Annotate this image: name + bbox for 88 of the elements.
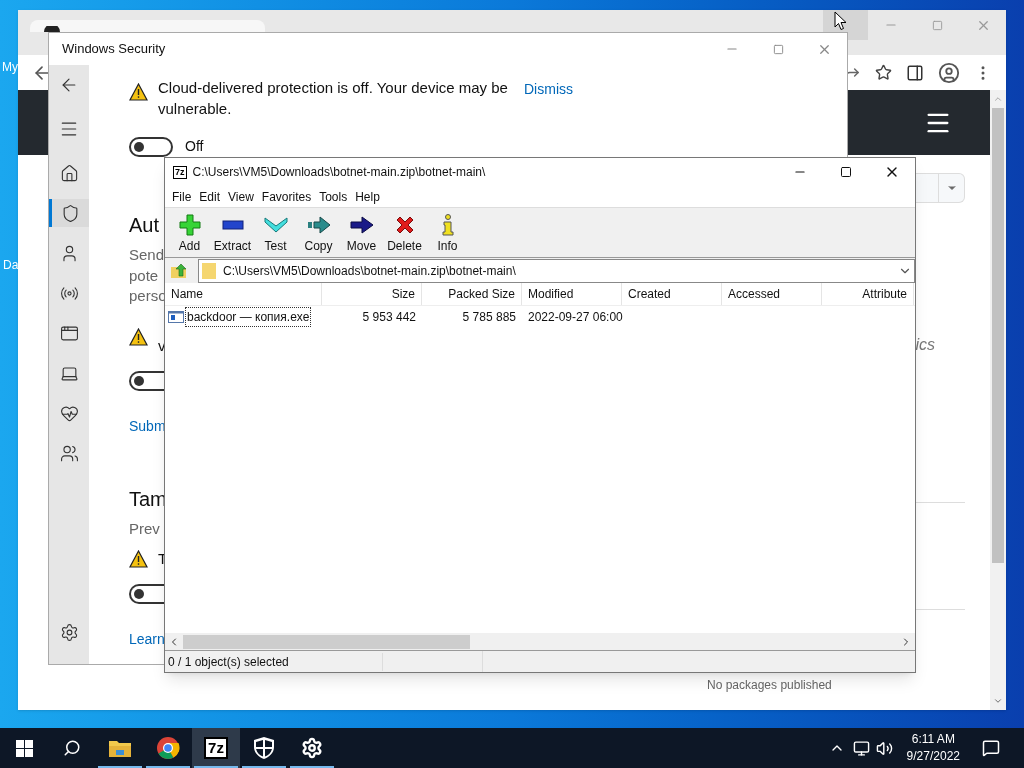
window-title: C:\Users\VM5\Downloads\botnet-main.zip\botnet-main\: [192, 164, 486, 181]
table-cell-text: 5 953 442: [362, 309, 416, 326]
table-cell-text: 5 785 885: [462, 309, 516, 326]
toolbar-button[interactable]: Test: [254, 208, 297, 256]
column-header[interactable]: Size: [322, 283, 422, 305]
description-text: ics: [915, 335, 935, 355]
clock[interactable]: 6:11 AM 9/27/2022: [902, 731, 964, 765]
menu-item[interactable]: Tools: [315, 187, 352, 206]
scroll-down-icon[interactable]: [993, 696, 1003, 706]
table-cell: backdoor — копия.exe: [186, 308, 311, 326]
windows-logo-icon: [15, 739, 33, 757]
app-logo: 7z: [204, 737, 228, 759]
column-header[interactable]: Name: [165, 283, 322, 305]
arrow-icon: [349, 216, 374, 234]
app-logo: 7z: [173, 165, 187, 179]
browser-tab[interactable]: [30, 20, 265, 32]
taskbar-app[interactable]: 7z: [192, 728, 240, 768]
toolbar-button[interactable]: Delete: [383, 208, 426, 256]
profile-icon[interactable]: [938, 61, 960, 84]
home-icon: [59, 163, 79, 183]
plus-icon: [178, 214, 201, 236]
menu-item[interactable]: Help: [351, 187, 384, 206]
toggle-switch[interactable]: [129, 584, 164, 604]
mouse-cursor-icon: [834, 11, 848, 31]
maximize-icon: [931, 19, 943, 31]
toolbar-button[interactable]: Extract: [211, 208, 254, 256]
description-text: pote: [129, 265, 160, 286]
notifications-icon[interactable]: [982, 739, 1000, 757]
shield-icon: [61, 203, 80, 223]
folder-icon: [108, 738, 132, 758]
link[interactable]: Learn: [129, 629, 165, 650]
empty-packages-text: No packages published: [707, 677, 833, 694]
folder-icon: [202, 262, 216, 279]
search-icon: [63, 739, 81, 757]
column-header[interactable]: Packed Size: [422, 283, 522, 305]
toggle-label: Off: [185, 137, 204, 156]
bookmark-star-icon[interactable]: [875, 64, 892, 81]
desktop-icon-label: My: [2, 59, 18, 76]
menu-item[interactable]: Favorites: [257, 187, 316, 206]
toolbar-button[interactable]: Info: [426, 208, 469, 256]
column-header[interactable]: Accessed: [722, 283, 822, 305]
status-text: 0 / 1 object(s) selected: [165, 652, 383, 671]
maximize-icon: [772, 43, 784, 55]
menu-item[interactable]: View: [224, 187, 258, 206]
desktop-icon-label: Da: [3, 257, 19, 274]
warning-icon: [129, 83, 148, 101]
check-icon: [263, 217, 288, 233]
window-title: Windows Security: [62, 40, 166, 59]
chrome-logo-icon: [156, 736, 180, 760]
column-header[interactable]: Attribute: [822, 283, 914, 305]
settings-icon: [59, 622, 79, 642]
github-logo-icon: [44, 26, 60, 32]
file-row[interactable]: backdoor — копия.exe 5 953 442 5 785 885 2022-09-27 06:00: [165, 306, 915, 328]
table-cell-text: 2022-09-27 06:00: [528, 309, 623, 326]
nav-item[interactable]: [49, 199, 89, 227]
warning-icon: [129, 549, 148, 568]
up-folder-icon[interactable]: [170, 262, 188, 279]
menu-item[interactable]: File: [168, 187, 196, 206]
warning-message: Cloud-delivered protection is off. Your device may be vulnerable.: [158, 78, 509, 119]
cross-icon: [394, 215, 415, 235]
column-header[interactable]: Modified: [522, 283, 622, 305]
family-icon: [59, 443, 79, 463]
side-panel-icon[interactable]: [906, 63, 924, 82]
file-icon: [168, 311, 184, 323]
toggle-switch[interactable]: [129, 370, 164, 391]
dismiss-link[interactable]: Dismiss: [524, 79, 573, 100]
settings-icon: [301, 737, 323, 759]
toolbar-button[interactable]: Copy: [297, 208, 340, 256]
toggle-switch[interactable]: [129, 136, 173, 157]
warning-icon: [129, 327, 148, 346]
scroll-thumb[interactable]: [992, 108, 1004, 563]
address-field[interactable]: C:\Users\VM5\Downloads\botnet-main.zip\botnet-main\: [198, 258, 915, 283]
scroll-thumb[interactable]: [183, 634, 470, 649]
section-heading: Aut: [129, 213, 160, 237]
info-icon: [441, 214, 454, 236]
network-icon[interactable]: [852, 739, 870, 757]
arrow-icon: [306, 216, 331, 234]
description-text: Send: [129, 245, 166, 265]
toolbar-button[interactable]: Move: [340, 208, 383, 256]
shield-icon: [253, 736, 275, 760]
toolbar-button[interactable]: Add: [168, 208, 211, 256]
volume-icon[interactable]: [875, 739, 893, 757]
menu-item[interactable]: Edit: [195, 187, 225, 206]
heart-icon: [59, 403, 79, 423]
minus-icon: [221, 220, 244, 230]
column-header[interactable]: Created: [622, 283, 722, 305]
maximize-icon: [840, 166, 852, 178]
description-text: Prev: [129, 518, 160, 539]
